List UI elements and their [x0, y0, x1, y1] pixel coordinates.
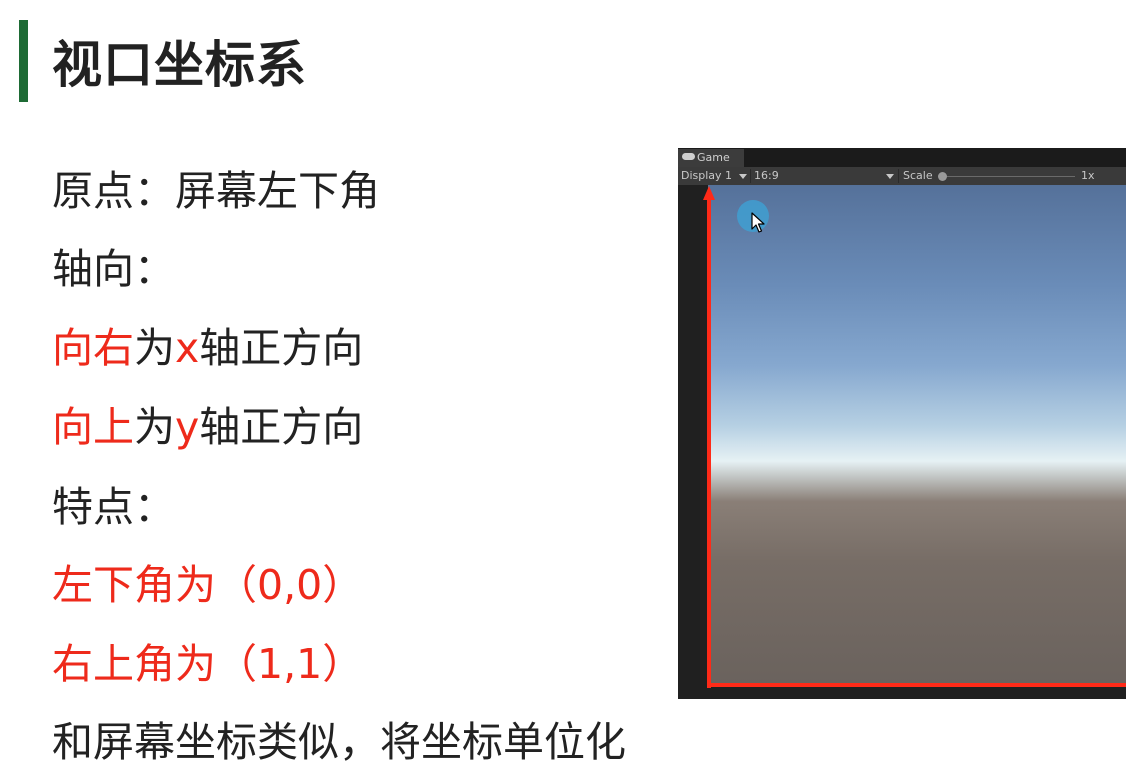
tab-bar: Game: [678, 148, 1126, 167]
bullet-line: 和屏幕坐标类似，将坐标单位化: [52, 716, 626, 768]
chevron-down-icon: [739, 174, 747, 179]
toolbar-divider: [750, 169, 751, 183]
title-accent-bar: [19, 20, 28, 102]
aspect-label: 16:9: [754, 169, 779, 182]
y-axis-line: [707, 198, 711, 688]
aspect-dropdown[interactable]: 16:9: [754, 167, 779, 185]
text-segment: x: [175, 324, 200, 372]
scale-label: Scale: [903, 169, 933, 182]
bullet-line: 向上为y轴正方向: [52, 401, 363, 453]
text-segment: y: [175, 403, 200, 451]
text-segment: 原点：屏幕左下角: [52, 167, 380, 215]
slide: 视口坐标系 原点：屏幕左下角 轴向： 向右为x轴正方向 向上为y轴正方向 特点：…: [0, 0, 1126, 779]
bullet-line: 原点：屏幕左下角: [52, 165, 380, 217]
gamepad-icon: [682, 153, 695, 160]
bullet-line: 右上角为（1,1）: [52, 638, 363, 690]
tab-game[interactable]: Game: [678, 149, 744, 167]
text-segment: 轴向：: [52, 245, 175, 293]
bullet-line: 特点：: [52, 481, 175, 533]
text-segment: 轴正方向: [199, 403, 364, 451]
text-segment: 和屏幕坐标类似，将坐标单位化: [52, 718, 626, 766]
viewport-bottom-edge: [678, 687, 1126, 699]
display-dropdown[interactable]: Display 1: [681, 167, 732, 185]
text-segment: 向右: [52, 324, 134, 372]
tab-label: Game: [697, 151, 730, 164]
text-segment: 为: [134, 324, 175, 372]
bullet-line: 左下角为（0,0）: [52, 559, 363, 611]
text-segment: 为: [134, 403, 175, 451]
game-viewport[interactable]: [708, 185, 1126, 687]
game-view-panel: Game Display 1 16:9 Scale 1x: [678, 148, 1126, 699]
chevron-down-icon: [886, 174, 894, 179]
text-segment: 特点：: [52, 483, 175, 531]
bullet-line: 向右为x轴正方向: [52, 322, 363, 374]
display-label: Display 1: [681, 169, 733, 182]
toolbar-divider: [898, 169, 899, 183]
x-axis-line: [707, 683, 1126, 687]
text-segment: 右上角为（1,1）: [52, 640, 364, 688]
scale-slider-handle[interactable]: [938, 172, 947, 181]
mouse-pointer-icon: [751, 212, 765, 233]
text-segment: 向上: [52, 403, 134, 451]
y-axis-arrowhead: [703, 186, 715, 200]
bullet-line: 轴向：: [52, 243, 175, 295]
page-title: 视口坐标系: [52, 36, 307, 94]
scale-value: 1x: [1081, 169, 1095, 182]
scale-slider-track[interactable]: [941, 176, 1075, 177]
text-segment: 左下角为（0,0）: [52, 561, 364, 609]
text-segment: 轴正方向: [199, 324, 364, 372]
game-toolbar: Display 1 16:9 Scale 1x: [678, 167, 1126, 185]
